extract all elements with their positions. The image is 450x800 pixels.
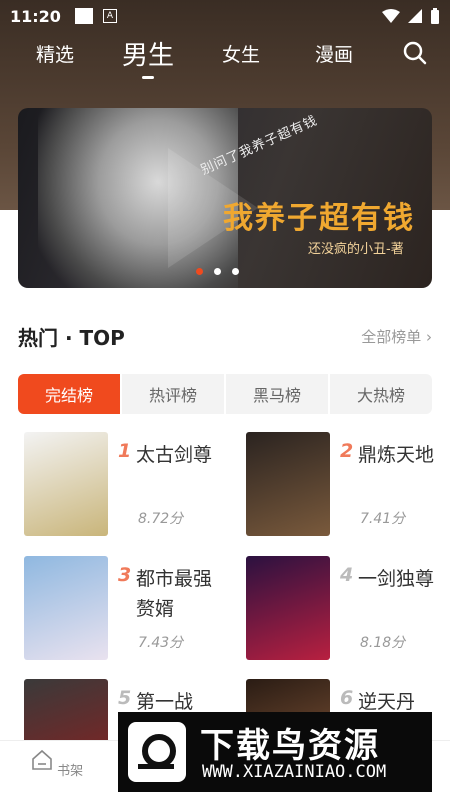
ranking-tabs: 完结榜 热评榜 黑马榜 大热榜	[18, 374, 432, 414]
book-score: 7.41分	[360, 511, 406, 527]
signal-icon	[408, 9, 422, 23]
book-rank: 1	[118, 440, 132, 462]
tab-male[interactable]: 男生	[122, 35, 174, 72]
book-cover	[246, 556, 330, 660]
notification-icon	[74, 8, 93, 24]
bottom-tab-bookshelf[interactable]: 书架	[27, 749, 87, 779]
wifi-icon	[382, 9, 400, 23]
tab-comics[interactable]: 漫画	[315, 40, 353, 67]
book-title: 鼎炼天地	[358, 444, 435, 466]
book-rank: 2	[340, 440, 354, 462]
book-cover	[246, 432, 330, 536]
watermark: 下载鸟资源 WWW.XIAZAINIAO.COM	[118, 712, 432, 792]
status-time: 11:20	[10, 6, 61, 26]
book-title: 一剑独尊	[358, 568, 435, 590]
rank-tab-completed[interactable]: 完结榜	[18, 374, 122, 414]
bottom-tab-label: 书架	[57, 764, 84, 779]
rank-tab-hot-reviews[interactable]: 热评榜	[122, 374, 226, 414]
bird-logo-icon	[128, 722, 186, 782]
banner-pagination	[196, 268, 239, 275]
banner-dot-2[interactable]	[214, 268, 221, 275]
book-item[interactable]: 3 都市最强赘婿 7.43分	[24, 556, 224, 666]
all-rankings-link[interactable]: 全部榜单 ›	[361, 326, 432, 347]
status-bar: 11:20 A	[0, 0, 450, 32]
watermark-url: WWW.XIAZAINIAO.COM	[202, 762, 387, 782]
book-rank: 3	[118, 564, 132, 586]
banner-author: 还没疯的小丑-著	[308, 242, 404, 257]
tab-featured[interactable]: 精选	[36, 40, 74, 67]
all-rankings-label: 全部榜单	[361, 328, 422, 346]
rank-tab-dark-horse[interactable]: 黑马榜	[226, 374, 330, 414]
top-nav: 精选 男生 女生 漫画	[0, 32, 450, 82]
book-rank: 5	[118, 687, 132, 709]
book-title: 太古剑尊	[136, 444, 213, 466]
banner-dot-1[interactable]	[196, 268, 203, 275]
book-cover	[24, 432, 108, 536]
book-score: 7.43分	[138, 635, 184, 651]
promo-banner[interactable]: 别问了我养子超有钱 我养子超有钱 还没疯的小丑-著	[18, 108, 432, 288]
section-title: 热门 · TOP	[18, 326, 125, 350]
watermark-text: 下载鸟资源	[200, 726, 380, 766]
chevron-right-icon: ›	[426, 328, 432, 346]
tab-indicator	[142, 76, 154, 79]
book-score: 8.18分	[360, 635, 406, 651]
book-rank: 6	[340, 687, 354, 709]
home-icon	[32, 749, 52, 770]
battery-icon	[431, 8, 439, 24]
banner-title: 我养子超有钱	[223, 201, 415, 236]
book-rank: 4	[340, 564, 354, 586]
search-icon[interactable]	[402, 40, 428, 66]
book-item[interactable]: 4 一剑独尊 8.18分	[246, 556, 446, 666]
banner-dot-3[interactable]	[232, 268, 239, 275]
book-cover	[24, 556, 108, 660]
book-score: 8.72分	[138, 511, 184, 527]
rank-tab-popular[interactable]: 大热榜	[330, 374, 432, 414]
a-icon: A	[102, 9, 117, 23]
book-title: 都市最强赘婿	[136, 568, 213, 620]
tab-female[interactable]: 女生	[222, 40, 260, 67]
book-item[interactable]: 2 鼎炼天地 7.41分	[246, 432, 446, 542]
book-item[interactable]: 1 太古剑尊 8.72分	[24, 432, 224, 542]
